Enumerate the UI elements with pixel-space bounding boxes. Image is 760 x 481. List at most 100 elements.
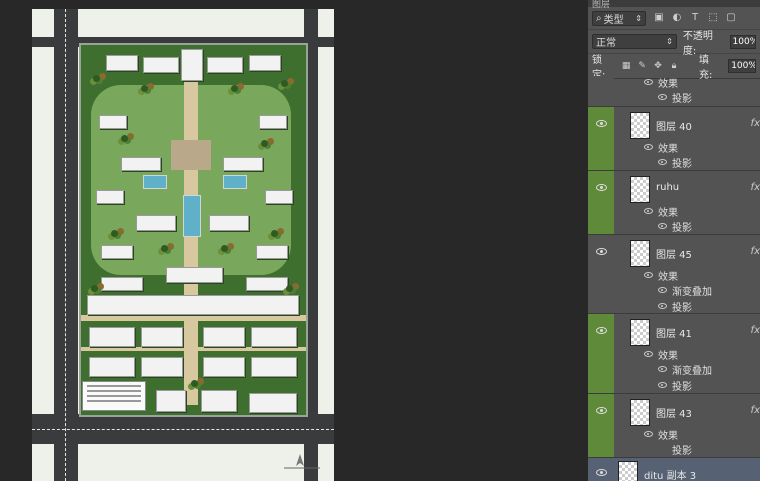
tree (281, 80, 288, 87)
shape-filter-icon[interactable]: ⬚ (708, 13, 718, 23)
tree (286, 285, 293, 292)
visibility-column (588, 314, 614, 393)
filter-type-select[interactable]: ⌕ 类型 ⇕ (592, 10, 646, 26)
eye-icon[interactable] (596, 469, 607, 476)
effects-label: 效果 (658, 272, 678, 283)
effect-item: 渐变叠加 (672, 366, 712, 377)
building (203, 357, 245, 377)
effects-label: 效果 (658, 144, 678, 155)
building (106, 55, 138, 71)
canvas-area[interactable] (0, 0, 588, 481)
eye-icon[interactable] (658, 382, 667, 388)
eye-icon[interactable] (596, 327, 607, 334)
tree (271, 230, 278, 237)
eye-icon[interactable] (644, 208, 653, 214)
eye-icon[interactable] (658, 366, 667, 372)
layer-row[interactable]: 图层 41 fx 效果 渐变叠加 投影 (588, 314, 760, 394)
building (166, 267, 223, 283)
building (141, 327, 183, 347)
layer-name[interactable]: 图层 43 (656, 405, 692, 420)
layer-name[interactable]: 图层 40 (656, 118, 692, 133)
layer-row[interactable]: 图层 45 fx 效果 渐变叠加 投影 (588, 235, 760, 314)
blend-mode-select[interactable]: 正常 ⇕ (592, 34, 677, 49)
layer-thumbnail (630, 176, 650, 203)
layer-list: 效果 投影 图层 40 fx 效果 投影 ruhu fx 效果 投影 图层 45… (588, 76, 760, 481)
fx-icon[interactable]: fx (751, 246, 760, 257)
building (246, 277, 288, 291)
plan-legend (82, 381, 146, 411)
building (259, 115, 287, 129)
eye-icon[interactable] (596, 184, 607, 191)
eye-icon[interactable] (596, 407, 607, 414)
layer-row-selected[interactable]: ditu 副本 3 (588, 458, 760, 481)
eye-icon[interactable] (658, 94, 667, 100)
visibility-column (588, 394, 614, 457)
layer-row[interactable]: ruhu fx 效果 投影 (588, 171, 760, 235)
eye-icon[interactable] (658, 223, 667, 229)
cross-path-2 (81, 347, 306, 351)
tree (191, 380, 198, 387)
building (223, 157, 263, 171)
fx-icon[interactable]: fx (751, 325, 760, 336)
building (87, 295, 299, 315)
layer-name[interactable]: 图层 41 (656, 325, 692, 340)
tree (261, 140, 268, 147)
tree (141, 85, 148, 92)
eye-icon[interactable] (644, 431, 653, 437)
lock-transparency-icon[interactable]: ▦ (621, 61, 631, 71)
layer-name[interactable]: ditu 副本 3 (644, 467, 696, 481)
eye-icon[interactable] (644, 144, 653, 150)
layer-row[interactable]: 图层 40 fx 效果 投影 (588, 107, 760, 171)
layer-row-partial[interactable]: 效果 投影 (588, 76, 760, 107)
layer-thumbnail (618, 461, 638, 481)
eye-icon[interactable] (596, 120, 607, 127)
pond-right (223, 175, 247, 189)
eye-icon[interactable] (644, 351, 653, 357)
building (121, 157, 161, 171)
fx-icon[interactable]: fx (751, 182, 760, 193)
smart-object-filter-icon[interactable]: ▢ (726, 13, 736, 23)
plaza-top (171, 140, 211, 170)
building (136, 215, 176, 231)
lock-all-icon[interactable]: 🔒︎ (669, 61, 679, 71)
eye-icon[interactable] (644, 79, 653, 85)
building (249, 393, 297, 413)
layer-name[interactable]: 图层 45 (656, 246, 692, 261)
eye-icon[interactable] (644, 272, 653, 278)
site-plan-document[interactable] (32, 9, 334, 481)
visibility-column (588, 458, 614, 481)
effect-item: 投影 (672, 223, 692, 234)
spinner-icon: ⇕ (666, 37, 673, 46)
adjustment-filter-icon[interactable]: ◐ (672, 13, 682, 23)
eye-icon[interactable] (596, 248, 607, 255)
site-area (79, 43, 308, 417)
building (101, 277, 143, 291)
spinner-icon: ⇕ (635, 13, 642, 23)
effect-item: 渐变叠加 (672, 287, 712, 298)
effect-item: 投影 (672, 159, 692, 170)
lock-move-icon[interactable]: ✥ (653, 61, 663, 71)
fx-icon[interactable]: fx (751, 118, 760, 129)
eye-icon[interactable] (658, 287, 667, 293)
opacity-input[interactable]: 100% (729, 34, 757, 49)
eye-icon[interactable] (658, 159, 667, 165)
tree (121, 135, 128, 142)
fx-icon[interactable]: fx (751, 405, 760, 416)
effects-label: 效果 (658, 79, 678, 90)
fill-input[interactable]: 100% (728, 59, 757, 73)
building (181, 49, 203, 81)
layer-name[interactable]: ruhu (656, 182, 679, 193)
north-arrow-icon (284, 454, 320, 469)
panel-header: 图层 (588, 0, 760, 10)
type-filter-icon[interactable]: T (690, 13, 700, 23)
building (207, 57, 243, 73)
layer-thumbnail (630, 399, 650, 426)
visibility-column (588, 171, 614, 234)
panel-tab-layers[interactable]: 图层 (592, 0, 610, 10)
layer-thumbnail (630, 319, 650, 346)
fountain-pool (183, 195, 201, 237)
lock-brush-icon[interactable]: ✎ (637, 61, 647, 71)
pixel-filter-icon[interactable]: ▣ (654, 13, 664, 23)
layer-row[interactable]: 图层 43 fx 效果 投影 (588, 394, 760, 458)
eye-icon[interactable] (658, 303, 667, 309)
